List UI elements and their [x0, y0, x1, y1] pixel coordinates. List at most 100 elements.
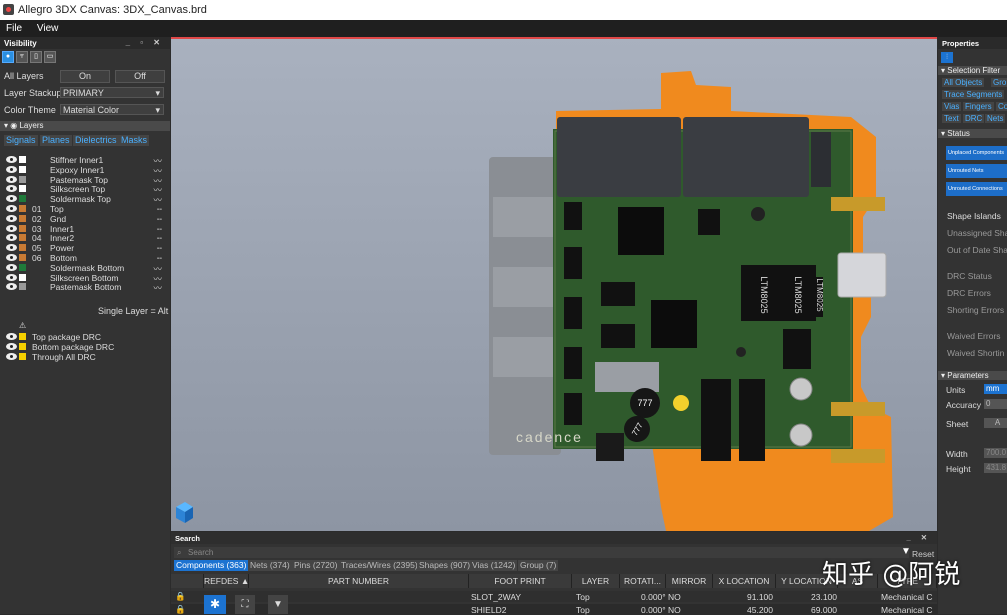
layer-color-swatch[interactable] [19, 244, 26, 252]
tab-masks[interactable]: Masks [119, 135, 150, 146]
parameters-header[interactable]: ▾ Parameters [938, 371, 1007, 380]
layer-color-swatch[interactable] [19, 254, 26, 261]
eye-icon[interactable] [6, 205, 17, 212]
search-header-controls[interactable]: _ ✕ [906, 533, 931, 542]
layer-color-swatch[interactable] [19, 234, 26, 242]
eye-icon[interactable] [6, 333, 17, 340]
eye-icon[interactable] [6, 234, 17, 242]
eye-icon[interactable] [6, 263, 17, 271]
layer-color-swatch[interactable] [19, 185, 26, 193]
layer-color-swatch[interactable] [19, 165, 26, 173]
view-cube-icon[interactable] [176, 502, 193, 523]
tab-vias[interactable]: Vias (1242) [470, 560, 518, 571]
eye-icon[interactable] [6, 165, 17, 173]
sheet-select[interactable]: A [984, 418, 1007, 428]
visibility-header-controls[interactable]: _ ▫ ✕ [126, 38, 164, 47]
layer-color-swatch[interactable] [19, 214, 26, 222]
drc-through-all[interactable]: Through All DRC [4, 352, 168, 362]
highlight-tool-icon[interactable]: ✱ [204, 595, 226, 614]
layer-color-swatch[interactable] [19, 263, 26, 271]
eye-icon[interactable] [6, 224, 17, 232]
eye-icon[interactable] [6, 254, 17, 261]
filter-trace-segments[interactable]: Trace Segments [942, 90, 1005, 99]
filter-tool-icon[interactable]: ▼ [268, 595, 288, 614]
tab-pins[interactable]: Pins (2720) [292, 560, 340, 571]
filter-components[interactable]: Co [996, 102, 1007, 111]
eye-icon[interactable] [6, 185, 17, 193]
menu-view[interactable]: View [31, 20, 65, 34]
filter-fingers[interactable]: Fingers [963, 102, 994, 111]
drc-color-swatch[interactable] [19, 343, 26, 350]
tab-dielectrics[interactable]: Dielectrics [73, 135, 119, 146]
layer-stackup-select[interactable]: PRIMARY [60, 87, 164, 99]
tab-planes[interactable]: Planes [40, 135, 72, 146]
column-mirror[interactable]: MIRROR [666, 574, 713, 588]
drc-color-swatch[interactable] [19, 353, 26, 360]
components-view-icon[interactable]: ▯ [30, 51, 42, 63]
eye-icon[interactable] [6, 273, 17, 281]
drc-color-swatch[interactable] [19, 333, 26, 340]
layers-view-icon[interactable]: ● [2, 51, 14, 63]
layer-color-swatch[interactable] [19, 195, 26, 203]
filter-text[interactable]: Text [942, 114, 961, 123]
tab-nets[interactable]: Nets (374) [248, 560, 292, 571]
layer-color-swatch[interactable] [19, 175, 26, 183]
menu-file[interactable]: File [0, 20, 28, 34]
tab-signals[interactable]: Signals [4, 135, 38, 146]
layer-row[interactable]: Soldermask Bottom 〰 [4, 263, 168, 274]
search-input[interactable]: Search [188, 548, 213, 557]
height-input[interactable]: 431.8 [984, 463, 1007, 473]
layer-row[interactable]: Silkscreen Bottom 〰 [4, 273, 168, 284]
column-footprint[interactable]: FOOT PRINT [469, 574, 572, 588]
status-header[interactable]: ▾ Status [938, 129, 1007, 138]
eye-icon[interactable] [6, 175, 17, 183]
layer-row[interactable]: Expoxy Inner1 〰 [4, 165, 168, 176]
column-x-location[interactable]: X LOCATION [713, 574, 776, 588]
layer-color-swatch[interactable] [19, 205, 26, 212]
eye-icon[interactable] [6, 214, 17, 222]
selection-filter-header[interactable]: ▾ Selection Filter [938, 66, 1007, 75]
units-select[interactable]: mm [984, 384, 1007, 394]
column-layer[interactable]: LAYER [572, 574, 620, 588]
layer-color-swatch[interactable] [19, 156, 26, 163]
column-refdes[interactable]: REFDES ▲ [204, 574, 249, 588]
column-rotation[interactable]: ROTATI... [620, 574, 666, 588]
eye-icon[interactable] [6, 195, 17, 203]
status-unplaced-components[interactable]: Unplaced Components [946, 146, 1007, 160]
layer-color-swatch[interactable] [19, 273, 26, 281]
all-layers-off-button[interactable]: Off [115, 70, 165, 83]
layer-row[interactable]: 02 Gnd ╌ [4, 214, 168, 224]
status-unrouted-connections[interactable]: Unrouted Connections [946, 182, 1007, 196]
layer-row[interactable]: 01 Top ╌ [4, 204, 168, 214]
layer-row[interactable]: 04 Inner2 ╌ [4, 233, 168, 243]
drc-top-package[interactable]: Top package DRC [4, 332, 168, 342]
tab-shapes[interactable]: Shapes (907) [417, 560, 473, 571]
layer-row[interactable]: Pastemask Bottom 〰 [4, 282, 168, 293]
layer-color-swatch[interactable] [19, 283, 26, 291]
layer-color-swatch[interactable] [19, 224, 26, 232]
filter-nets[interactable]: Nets [985, 114, 1006, 123]
layer-row[interactable]: 03 Inner1 ╌ [4, 224, 168, 234]
drc-bottom-package[interactable]: Bottom package DRC [4, 342, 168, 352]
lock-icon[interactable]: 🔒 [175, 591, 186, 602]
lock-icon[interactable]: 🔒 [175, 604, 186, 615]
layer-row[interactable]: Pastemask Top 〰 [4, 175, 168, 186]
column-part-number[interactable]: PART NUMBER [249, 574, 469, 588]
accuracy-input[interactable]: 0 [984, 399, 1007, 409]
layers-section-header[interactable]: ▾ ◉ Layers [0, 121, 170, 131]
display-view-icon[interactable]: ▭ [44, 51, 56, 63]
eye-icon[interactable] [6, 283, 17, 291]
layer-row[interactable]: 05 Power ╌ [4, 243, 168, 253]
layer-row[interactable]: Soldermask Top 〰 [4, 194, 168, 205]
3d-canvas[interactable]: LTM8025 LTM8025 LTM8025 777 777 cadence [171, 37, 937, 531]
filter-vias[interactable]: Vias [942, 102, 962, 111]
width-input[interactable]: 700.0 [984, 448, 1007, 458]
color-theme-select[interactable]: Material Color [60, 104, 164, 116]
layer-row[interactable]: Stiffner Inner1 〰 [4, 155, 168, 166]
filter-groups[interactable]: Gro [991, 78, 1007, 87]
all-layers-on-button[interactable]: On [60, 70, 110, 83]
zoom-fit-icon[interactable]: ⛶ [235, 595, 255, 614]
eye-icon[interactable] [6, 353, 17, 360]
eye-icon[interactable] [6, 156, 17, 163]
filter-icon[interactable]: ⫶ [941, 52, 953, 63]
